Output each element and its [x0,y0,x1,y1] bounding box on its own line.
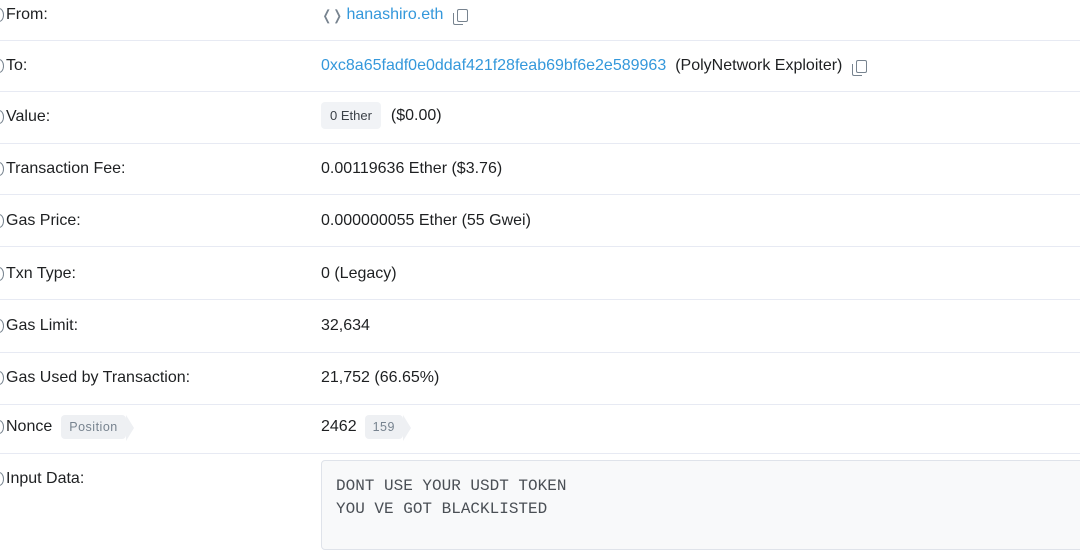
value-to: 0xc8a65fadf0e0ddaf421f28feab69bf6e2e5899… [321,57,868,76]
fee-value: 0.00119636 Ether ($3.76) [321,160,503,177]
info-icon[interactable] [0,371,4,385]
label-text: From: [6,6,48,23]
gas-limit-value: 32,634 [321,317,370,334]
gas-used-value: 21,752 (66.65%) [321,369,440,386]
label-text: Transaction Fee: [6,160,126,177]
info-icon[interactable] [0,59,4,73]
value-txn-type: 0 (Legacy) [321,265,397,283]
value-fee: 0.00119636 Ether ($3.76) [321,160,502,178]
label-gas-price: Gas Price: [0,212,81,230]
label-text: Nonce [6,418,53,435]
gas-price-value: 0.000000055 Ether (55 Gwei) [321,212,531,229]
row-from: From: ❬❭ hanashiro.eth [0,0,1080,41]
ens-icon: ❬❭ [321,6,343,23]
label-text: Input Data: [6,470,85,487]
position-value-tag: 159 [364,415,412,441]
position-tag: Position [61,415,135,441]
label-value: Value: [0,108,50,126]
info-icon[interactable] [0,472,4,486]
label-input-data: Input Data: [0,470,84,488]
row-gas-used: Gas Used by Transaction: 21,752 (66.65%) [0,353,1080,405]
row-txn-type: Txn Type: 0 (Legacy) [0,247,1080,300]
info-icon[interactable] [0,8,4,22]
value-gas-price: 0.000000055 Ether (55 Gwei) [321,212,531,230]
info-icon[interactable] [0,319,4,333]
label-text: Value: [6,108,51,125]
info-icon[interactable] [0,162,4,176]
label-gas-used: Gas Used by Transaction: [0,369,190,387]
info-icon[interactable] [0,420,4,434]
label-text: Txn Type: [6,265,76,282]
nonce-value: 2462 [321,418,357,435]
label-to: To: [0,57,27,75]
to-name-tag: (PolyNetwork Exploiter) [675,57,843,74]
value-from: ❬❭ hanashiro.eth [321,6,469,25]
transaction-details-table: From: ❬❭ hanashiro.eth To: 0xc8a65fadf0e… [0,0,1080,538]
info-icon[interactable] [0,267,4,281]
value-usd: ($0.00) [390,106,442,124]
row-fee: Transaction Fee: 0.00119636 Ether ($3.76… [0,144,1080,195]
label-text: To: [6,57,28,74]
input-data-line-2: YOU VE GOT BLACKLISTED [336,500,548,518]
to-address-link[interactable]: 0xc8a65fadf0e0ddaf421f28feab69bf6e2e5899… [321,57,666,75]
row-gas-limit: Gas Limit: 32,634 [0,300,1080,353]
value-gas-limit: 32,634 [321,317,370,335]
label-txn-type: Txn Type: [0,265,76,283]
row-value: Value: 0 Ether ($0.00) [0,92,1080,144]
label-text: Gas Limit: [6,317,79,334]
row-to: To: 0xc8a65fadf0e0ddaf421f28feab69bf6e2e… [0,41,1080,92]
txn-type-value: 0 (Legacy) [321,265,397,282]
info-icon[interactable] [0,214,4,228]
value-nonce: 2462 159 [321,415,412,441]
copy-icon[interactable] [453,8,469,25]
label-text: Gas Used by Transaction: [6,369,191,386]
label-fee: Transaction Fee: [0,160,125,178]
label-nonce: Nonce Position [0,415,135,441]
label-gas-limit: Gas Limit: [0,317,78,335]
value-gas-used: 21,752 (66.65%) [321,369,439,387]
from-address-link[interactable]: hanashiro.eth [346,6,443,24]
row-nonce: Nonce Position 2462 159 [0,405,1080,454]
input-data-box[interactable]: DONT USE YOUR USDT TOKEN YOU VE GOT BLAC… [321,460,1080,550]
info-icon[interactable] [0,110,4,124]
copy-icon[interactable] [852,59,868,76]
value-value: 0 Ether ($0.00) [321,102,442,129]
label-from: From: [0,6,48,24]
value-amount-badge: 0 Ether [321,102,381,129]
input-data-line-1: DONT USE YOUR USDT TOKEN [336,477,567,495]
row-gas-price: Gas Price: 0.000000055 Ether (55 Gwei) [0,195,1080,247]
label-text: Gas Price: [6,212,81,229]
